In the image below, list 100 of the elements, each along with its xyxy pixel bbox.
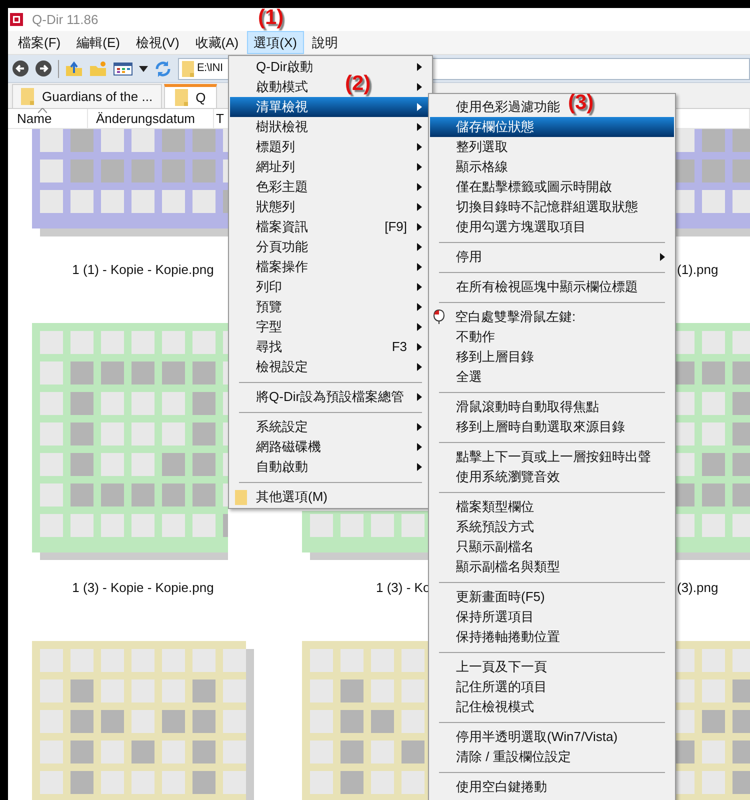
menu-item[interactable]: 僅在點擊標籤或圖示時開啟: [456, 177, 612, 197]
forward-icon[interactable]: [35, 60, 52, 77]
thumbnail-card[interactable]: [676, 129, 750, 248]
up-folder-icon[interactable]: [65, 60, 83, 76]
step-annotation: (1): [258, 6, 284, 30]
mouse-icon: [433, 309, 445, 325]
menu-bar-item[interactable]: 檔案(F): [10, 31, 69, 54]
menu-item[interactable]: 色彩主題: [256, 177, 308, 197]
menu-item[interactable]: 清單檢視: [230, 97, 431, 117]
file-name: (1).png: [677, 260, 718, 276]
menu-item[interactable]: 使用勾選方塊選取項目: [456, 217, 586, 237]
menu-item[interactable]: 切換目錄時不記憶群組選取狀態: [456, 197, 638, 217]
menu-item[interactable]: 顯示副檔名與類型: [456, 557, 560, 577]
menu-item[interactable]: 標題列: [256, 137, 295, 157]
folder-icon: [182, 60, 194, 76]
thumbnail-card[interactable]: [295, 510, 428, 560]
submenu-arrow-icon: [417, 303, 422, 311]
menu-bar-item[interactable]: 收藏(A): [187, 31, 247, 54]
menu-item[interactable]: 停用: [456, 247, 482, 267]
menu-item[interactable]: 檔案類型欄位: [456, 497, 534, 517]
menu-item[interactable]: 其他選項(M): [256, 487, 328, 507]
menu-item[interactable]: 滑鼠滾動時自動取得焦點: [456, 397, 599, 417]
menu-section-label: 空白處雙擊滑鼠左鍵:: [455, 308, 576, 326]
tab[interactable]: Q: [164, 84, 217, 108]
menu-item[interactable]: 儲存欄位狀態: [430, 117, 674, 137]
submenu-arrow-icon: [417, 143, 422, 151]
window-title: Q-Dir 11.86: [32, 10, 98, 29]
submenu-arrow-icon: [417, 393, 422, 401]
folder-icon: [21, 88, 34, 105]
menu-item[interactable]: 網址列: [256, 157, 295, 177]
menu-bar-item[interactable]: 選項(X): [246, 31, 304, 54]
menu-item[interactable]: 系統預設方式: [456, 517, 534, 537]
menu-item[interactable]: 將Q-Dir設為預設檔案總管: [256, 387, 404, 407]
menu-item[interactable]: 啟動模式: [256, 77, 308, 97]
submenu-arrow-icon: [417, 63, 422, 71]
submenu-arrow-icon: [417, 363, 422, 371]
menu-item[interactable]: 保持捲軸捲動位置: [456, 627, 560, 647]
menu-item[interactable]: 點擊上下一頁或上一層按鈕時出聲: [456, 447, 651, 467]
back-icon[interactable]: [12, 60, 29, 77]
menu-item[interactable]: 自動啟動: [256, 457, 308, 477]
menu-item[interactable]: 只顯示副檔名: [456, 537, 534, 557]
menu-item[interactable]: 更新畫面時(F5): [456, 587, 545, 607]
folder-icon: [174, 89, 188, 106]
menu-item[interactable]: 檔案操作: [256, 257, 308, 277]
menu-item[interactable]: 分頁功能: [256, 237, 308, 257]
menu-item[interactable]: 不動作: [456, 327, 495, 347]
menu-item[interactable]: 檢視設定: [256, 357, 308, 377]
menu-item[interactable]: 顯示格線: [456, 157, 508, 177]
menu-item[interactable]: 狀態列: [256, 197, 295, 217]
submenu-arrow-icon: [417, 243, 422, 251]
refresh-icon[interactable]: [154, 60, 172, 78]
file-name: (3).png: [677, 579, 718, 594]
submenu-arrow-icon: [417, 223, 422, 231]
submenu-arrow-icon: [417, 103, 422, 111]
menu-item[interactable]: 樹狀檢視: [256, 117, 308, 137]
menu-item[interactable]: 系統設定: [256, 417, 308, 437]
menu-item[interactable]: 網路磁碟機: [256, 437, 321, 457]
file-name: 1 (1) - Kopie - Kopie.png: [72, 260, 214, 276]
menu-item[interactable]: 全選: [456, 367, 482, 387]
menu-item[interactable]: 記住所選的項目: [456, 677, 547, 697]
menu-bar-item[interactable]: 檢視(V): [128, 31, 188, 54]
menu-bar-item[interactable]: 編輯(E): [68, 31, 128, 54]
menu-item[interactable]: 檔案資訊: [256, 217, 308, 237]
submenu-arrow-icon: [417, 463, 422, 471]
submenu-arrow-icon: [417, 183, 422, 191]
submenu-arrow-icon: [417, 83, 422, 91]
submenu-arrow-icon: [660, 253, 665, 261]
menu-item[interactable]: 使用色彩過濾功能: [456, 97, 560, 117]
submenu-arrow-icon: [417, 423, 422, 431]
new-folder-icon[interactable]: [89, 60, 107, 76]
submenu-arrow-icon: [417, 443, 422, 451]
menu-item[interactable]: 停用半透明選取(Win7/Vista): [456, 727, 618, 747]
menu-item[interactable]: 尋找: [256, 337, 282, 357]
menu-item[interactable]: 在所有檢視區塊中顯示欄位標題: [456, 277, 638, 297]
menu-item[interactable]: 字型: [256, 317, 282, 337]
dropdown-caret-icon[interactable]: [139, 66, 148, 72]
submenu-arrow-icon: [417, 343, 422, 351]
menu-item[interactable]: 使用空白鍵捲動: [456, 777, 547, 797]
submenu-arrow-icon: [417, 163, 422, 171]
menu-item[interactable]: 整列選取: [456, 137, 508, 157]
menu-item[interactable]: 上一頁及下一頁: [456, 657, 547, 677]
submenu-arrow-icon: [417, 263, 422, 271]
submenu-arrow-icon: [417, 283, 422, 291]
menu-item[interactable]: 列印: [256, 277, 282, 297]
tab[interactable]: Guardians of the ...: [12, 84, 162, 108]
menu-item[interactable]: 保持所選項目: [456, 607, 534, 627]
menu-item[interactable]: 移到上層時自動選取來源目錄: [456, 417, 625, 437]
submenu-arrow-icon: [417, 203, 422, 211]
menu-item[interactable]: 移到上層目錄: [456, 347, 534, 367]
menu-item[interactable]: 清除 / 重設欄位設定: [456, 747, 571, 767]
submenu-arrow-icon: [417, 323, 422, 331]
step-annotation: (3): [568, 91, 594, 115]
menu-item[interactable]: 預覽: [256, 297, 282, 317]
file-name: 1 (3) - Kopie - Kopie.png: [72, 579, 214, 594]
view-mode-icon[interactable]: [113, 60, 133, 76]
menu-item[interactable]: 使用系統瀏覽音效: [456, 467, 560, 487]
submenu-arrow-icon: [417, 123, 422, 131]
menu-item[interactable]: 記住檢視模式: [456, 697, 534, 717]
menu-item[interactable]: Q-Dir啟動: [256, 57, 314, 77]
menu-bar-item[interactable]: 說明: [304, 31, 346, 54]
